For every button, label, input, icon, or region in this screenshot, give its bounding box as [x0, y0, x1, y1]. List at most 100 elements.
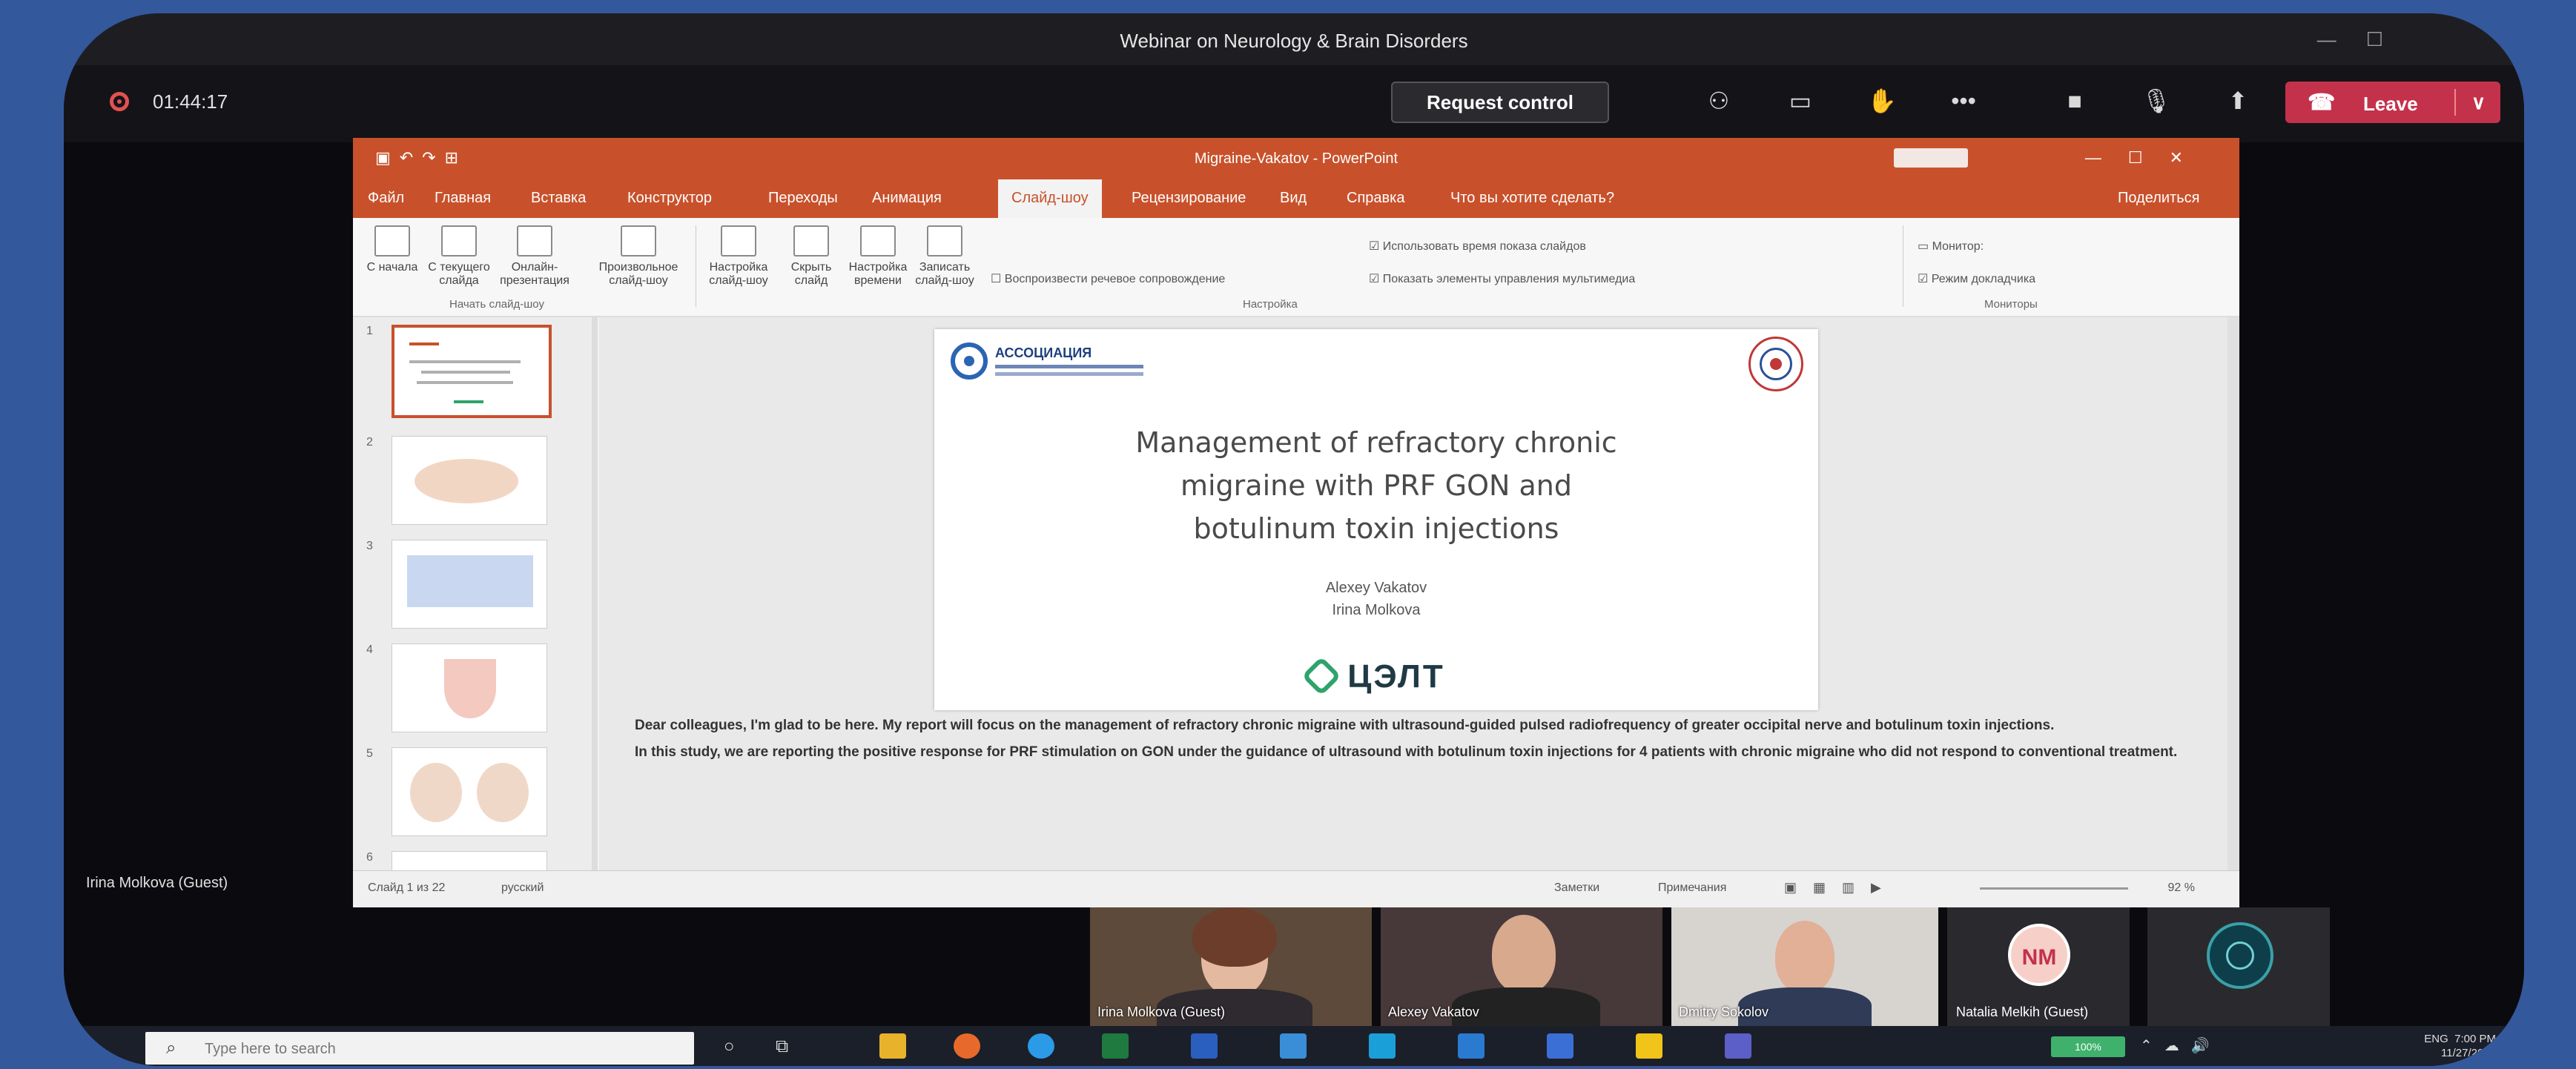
battery-indicator[interactable]: 100%: [2051, 1036, 2125, 1057]
app-icon[interactable]: [1369, 1033, 1396, 1059]
notes-toggle[interactable]: Заметки: [1554, 881, 1599, 895]
from-beginning-button[interactable]: С начала: [360, 225, 424, 274]
thumb-line: [409, 360, 521, 363]
from-current-button[interactable]: С текущего слайда: [427, 225, 491, 288]
slide-thumbnail-5[interactable]: [392, 747, 547, 836]
window-title: Webinar on Neurology & Brain Disorders: [1120, 30, 1468, 52]
tab-insert[interactable]: Вставка: [531, 190, 586, 207]
tab-file[interactable]: Файл: [368, 190, 404, 207]
tab-transitions[interactable]: Переходы: [768, 190, 838, 207]
request-control-button[interactable]: Request control: [1391, 82, 1609, 123]
chat-icon[interactable]: ▭: [1784, 85, 1817, 117]
tab-view[interactable]: Вид: [1280, 190, 1307, 207]
participant-face: [1775, 921, 1834, 993]
presenter-name: Irina Molkova (Guest): [86, 875, 228, 891]
taskbar-clock[interactable]: ENG 7:00 PM 11/27/2020: [2362, 1032, 2496, 1060]
zoom-slider[interactable]: [1980, 887, 2128, 890]
setup-show-button[interactable]: Настройка слайд-шоу: [701, 225, 776, 288]
hide-slide-icon: [793, 225, 829, 257]
custom-show-icon: [621, 225, 656, 257]
task-view-icon[interactable]: ⧉: [776, 1036, 788, 1057]
celt-logo-icon: [1301, 656, 1342, 696]
custom-show-button[interactable]: Произвольное слайд-шоу: [590, 225, 687, 288]
slide-thumbnail-4[interactable]: [392, 643, 547, 732]
show-media-controls-checkbox[interactable]: ☑ Показать элементы управления мультимед…: [1369, 271, 1635, 286]
shared-powerpoint-window: ▣↶↷⊞ Migraine-Vakatov - PowerPoint —☐✕ Ф…: [353, 138, 2239, 907]
more-actions-icon[interactable]: •••: [1947, 85, 1980, 117]
camera-off-icon[interactable]: ■: [2058, 85, 2091, 117]
present-online-button[interactable]: Онлайн-презентация: [494, 225, 575, 288]
mic-muted-icon[interactable]: 🎙: [2140, 85, 2173, 117]
monitor-select[interactable]: ▭ Монитор:: [1918, 239, 1984, 254]
cortana-icon[interactable]: ○: [724, 1036, 735, 1057]
raise-hand-icon[interactable]: ✋: [1866, 85, 1898, 117]
use-timings-checkbox[interactable]: ☑ Использовать время показа слайдов: [1369, 239, 1586, 254]
excel-icon[interactable]: [1102, 1033, 1129, 1059]
rehearse-timings-button[interactable]: Настройка времени: [846, 225, 910, 288]
ppt-window-controls[interactable]: —☐✕: [2085, 148, 2210, 168]
tab-animations[interactable]: Анимация: [872, 190, 942, 207]
tab-review[interactable]: Рецензирование: [1132, 190, 1246, 207]
speaker-notes[interactable]: Dear colleagues, I'm glad to be here. My…: [635, 718, 2222, 771]
presenter-view-checkbox[interactable]: ☑ Режим докладчика: [1918, 271, 2035, 286]
language-indicator[interactable]: русский: [501, 881, 544, 895]
hide-slide-button[interactable]: Скрыть слайд: [779, 225, 843, 288]
zoom-level[interactable]: 92 %: [2168, 881, 2195, 895]
app-icon[interactable]: [1280, 1033, 1307, 1059]
slide-thumbnail-6[interactable]: [392, 851, 547, 870]
current-slide[interactable]: АССОЦИАЦИЯ Management of refractory chro…: [934, 329, 1818, 710]
search-placeholder: Type here to search: [205, 1041, 336, 1057]
canvas-scrollbar[interactable]: [2227, 317, 2239, 870]
slide-thumbnail-2[interactable]: [392, 436, 547, 525]
logo-line: [995, 365, 1143, 368]
participant-video-tile[interactable]: Irina Molkova (Guest): [1090, 907, 1372, 1026]
presenter-view-label: Режим докладчика: [1931, 273, 2036, 285]
view-buttons[interactable]: ▣▦▥▶: [1784, 880, 1898, 896]
participant-video-tile[interactable]: Dmitry Sokolov: [1671, 907, 1938, 1026]
thumbnails-scrollbar[interactable]: [592, 317, 598, 870]
participant-hair: [1192, 907, 1277, 967]
tab-home[interactable]: Главная: [435, 190, 491, 207]
share-screen-icon[interactable]: ⬆: [2222, 85, 2254, 117]
app-icon[interactable]: [1458, 1033, 1484, 1059]
participant-avatar-tile[interactable]: NM Natalia Melkih (Guest): [1947, 907, 2130, 1026]
leave-button[interactable]: ☎ Leave ∨: [2285, 82, 2500, 123]
chevron-down-icon[interactable]: ∨: [2471, 91, 2486, 114]
logo-line: [995, 372, 1143, 376]
tab-design[interactable]: Конструктор: [627, 190, 712, 207]
sticky-notes-icon[interactable]: [1636, 1033, 1662, 1059]
outlook-icon[interactable]: [1191, 1033, 1218, 1059]
share-button[interactable]: Поделиться: [2118, 190, 2199, 207]
taskbar-search-input[interactable]: ⌕ Type here to search: [145, 1032, 694, 1065]
record-label: Записать слайд-шоу: [915, 261, 974, 287]
avatar: NM: [2008, 924, 2070, 986]
record-show-button[interactable]: Записать слайд-шоу: [913, 225, 977, 288]
window-controls[interactable]: —☐: [2317, 28, 2413, 51]
comments-toggle[interactable]: Примечания: [1658, 881, 1726, 895]
input-language: ENG: [2424, 1033, 2448, 1045]
slide-thumbnail-1[interactable]: [392, 325, 552, 418]
notes-paragraph: Dear colleagues, I'm glad to be here. My…: [635, 718, 2055, 733]
tell-me-search[interactable]: Что вы хотите сделать?: [1450, 190, 1614, 207]
tab-help[interactable]: Справка: [1347, 190, 1404, 207]
slide-thumbnail-3[interactable]: [392, 540, 547, 629]
meeting-timer: 01:44:17: [153, 90, 228, 113]
teams-icon[interactable]: [1725, 1033, 1751, 1059]
sign-in-button[interactable]: [1894, 148, 1968, 168]
participant-logo-tile[interactable]: [2147, 907, 2330, 1026]
participants-icon[interactable]: ⚇: [1703, 85, 1735, 117]
system-tray-icons[interactable]: ⌃☁🔊: [2140, 1036, 2222, 1055]
word-icon[interactable]: [1547, 1033, 1573, 1059]
file-explorer-icon[interactable]: [879, 1033, 906, 1059]
ppt-status-bar: Слайд 1 из 22 русский Заметки Примечания…: [353, 870, 2239, 907]
society-seal-icon: [1748, 337, 1803, 391]
chrome-icon[interactable]: [954, 1033, 980, 1059]
group-setup: Настройка: [1243, 298, 1298, 311]
edge-icon[interactable]: [1028, 1033, 1054, 1059]
leave-divider: [2454, 89, 2456, 116]
tab-slideshow[interactable]: Слайд-шоу: [998, 179, 1102, 218]
participant-name: Natalia Melkih (Guest): [1956, 1005, 2089, 1019]
play-narrations-checkbox[interactable]: ☐ Воспроизвести речевое сопровождение: [991, 271, 1225, 286]
clock-date: 11/27/2020: [2441, 1047, 2496, 1059]
participant-video-tile[interactable]: Alexey Vakatov: [1381, 907, 1662, 1026]
